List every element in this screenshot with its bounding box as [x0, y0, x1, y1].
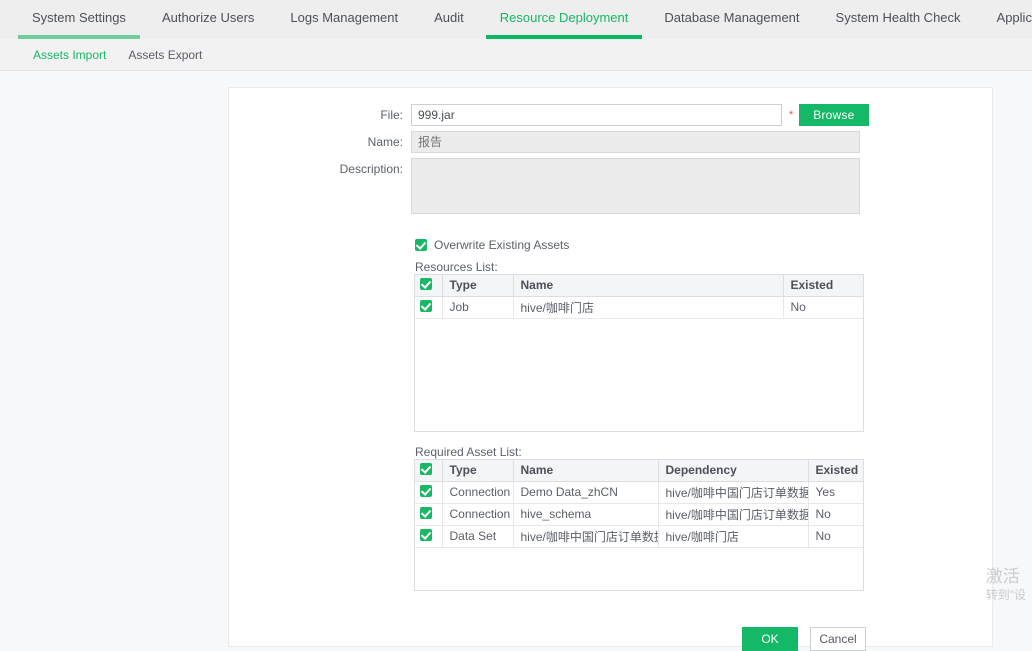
row-select-cell[interactable] — [415, 481, 442, 503]
cell-name: hive/咖啡门店 — [513, 296, 783, 318]
overwrite-existing-assets-row[interactable]: Overwrite Existing Assets — [415, 238, 569, 252]
select-all-checkbox[interactable] — [420, 463, 432, 475]
row-checkbox[interactable] — [420, 529, 432, 541]
cell-name: Demo Data_zhCN — [513, 481, 658, 503]
tab-label: Database Management — [664, 10, 799, 25]
file-field-row: File: * Browse — [229, 104, 869, 126]
description-field-row: Description: — [229, 158, 860, 214]
cell-type: Connection — [442, 481, 513, 503]
cell-existed: No — [808, 525, 863, 547]
table-header-row: Type Name Dependency Existed — [415, 460, 863, 481]
tab-audit[interactable]: Audit — [416, 0, 482, 39]
row-select-cell[interactable] — [415, 503, 442, 525]
tab-authorize-users[interactable]: Authorize Users — [144, 0, 272, 39]
cell-type: Connection — [442, 503, 513, 525]
tab-resource-deployment[interactable]: Resource Deployment — [482, 0, 647, 39]
cell-existed: Yes — [808, 481, 863, 503]
subtab-assets-export[interactable]: Assets Export — [117, 48, 213, 62]
resources-select-all-cell[interactable] — [415, 275, 442, 296]
file-required-asterisk: * — [789, 104, 793, 126]
tab-application-management[interactable]: Application Management — [979, 0, 1032, 39]
row-select-cell[interactable] — [415, 296, 442, 318]
overwrite-checkbox[interactable] — [415, 239, 427, 251]
cancel-button[interactable]: Cancel — [810, 627, 866, 651]
tab-label: Application Management — [997, 10, 1032, 25]
tab-logs-management[interactable]: Logs Management — [272, 0, 416, 39]
column-header-type[interactable]: Type — [442, 460, 513, 481]
dialog-footer: OK Cancel — [742, 627, 866, 651]
cell-dependency: hive/咖啡门店 — [658, 525, 808, 547]
name-field-row: Name: — [229, 131, 860, 153]
page-body: File: * Browse Name: Description: Overwr… — [0, 72, 1032, 626]
cell-type: Job — [442, 296, 513, 318]
tab-label: System Settings — [32, 10, 126, 25]
column-header-existed[interactable]: Existed — [783, 275, 863, 296]
row-checkbox[interactable] — [420, 507, 432, 519]
name-label: Name: — [229, 131, 411, 153]
column-header-name[interactable]: Name — [513, 275, 783, 296]
resources-grid: Type Name Existed Job hive/咖啡门店 No — [415, 275, 863, 319]
table-row[interactable]: Data Set hive/咖啡中国门店订单数据 hive/咖啡门店 No — [415, 525, 863, 547]
subtab-assets-import[interactable]: Assets Import — [22, 48, 117, 62]
column-header-dependency[interactable]: Dependency — [658, 460, 808, 481]
resources-list-table: Type Name Existed Job hive/咖啡门店 No — [414, 274, 864, 432]
cell-name: hive_schema — [513, 503, 658, 525]
required-asset-list-label: Required Asset List: — [415, 445, 522, 459]
name-input[interactable] — [411, 131, 860, 153]
secondary-navigation-bar: Assets Import Assets Export — [0, 39, 1032, 71]
cell-type: Data Set — [442, 525, 513, 547]
required-asset-grid: Type Name Dependency Existed Connection … — [415, 460, 863, 548]
assets-import-panel: File: * Browse Name: Description: Overwr… — [228, 87, 993, 647]
required-asset-list-table: Type Name Dependency Existed Connection … — [414, 459, 864, 591]
column-header-existed[interactable]: Existed — [808, 460, 863, 481]
tab-system-health-check[interactable]: System Health Check — [818, 0, 979, 39]
primary-navigation-bar: System Settings Authorize Users Logs Man… — [0, 0, 1032, 39]
cell-name: hive/咖啡中国门店订单数据 — [513, 525, 658, 547]
table-row[interactable]: Connection hive_schema hive/咖啡中国门店订单数据, … — [415, 503, 863, 525]
column-header-type[interactable]: Type — [442, 275, 513, 296]
tab-label: Audit — [434, 10, 464, 25]
description-textarea[interactable] — [411, 158, 860, 214]
tab-label: Authorize Users — [162, 10, 254, 25]
ok-button[interactable]: OK — [742, 627, 798, 651]
cell-dependency: hive/咖啡中国门店订单数据 — [658, 481, 808, 503]
tab-database-management[interactable]: Database Management — [646, 0, 817, 39]
row-select-cell[interactable] — [415, 525, 442, 547]
cell-existed: No — [808, 503, 863, 525]
tab-label: System Health Check — [836, 10, 961, 25]
table-header-row: Type Name Existed — [415, 275, 863, 296]
table-row[interactable]: Job hive/咖啡门店 No — [415, 296, 863, 318]
column-header-name[interactable]: Name — [513, 460, 658, 481]
tab-system-settings[interactable]: System Settings — [14, 0, 144, 39]
required-select-all-cell[interactable] — [415, 460, 442, 481]
browse-button[interactable]: Browse — [799, 104, 868, 126]
cell-dependency: hive/咖啡中国门店订单数据, hive/咖啡门店 — [658, 503, 808, 525]
tab-label: Resource Deployment — [500, 10, 629, 25]
table-row[interactable]: Connection Demo Data_zhCN hive/咖啡中国门店订单数… — [415, 481, 863, 503]
description-label: Description: — [229, 158, 411, 180]
resources-list-label: Resources List: — [415, 260, 498, 274]
file-label: File: — [229, 104, 411, 126]
row-checkbox[interactable] — [420, 485, 432, 497]
overwrite-label: Overwrite Existing Assets — [434, 238, 569, 252]
file-input[interactable] — [411, 104, 782, 126]
tab-label: Logs Management — [290, 10, 398, 25]
row-checkbox[interactable] — [420, 300, 432, 312]
cell-existed: No — [783, 296, 863, 318]
select-all-checkbox[interactable] — [420, 278, 432, 290]
